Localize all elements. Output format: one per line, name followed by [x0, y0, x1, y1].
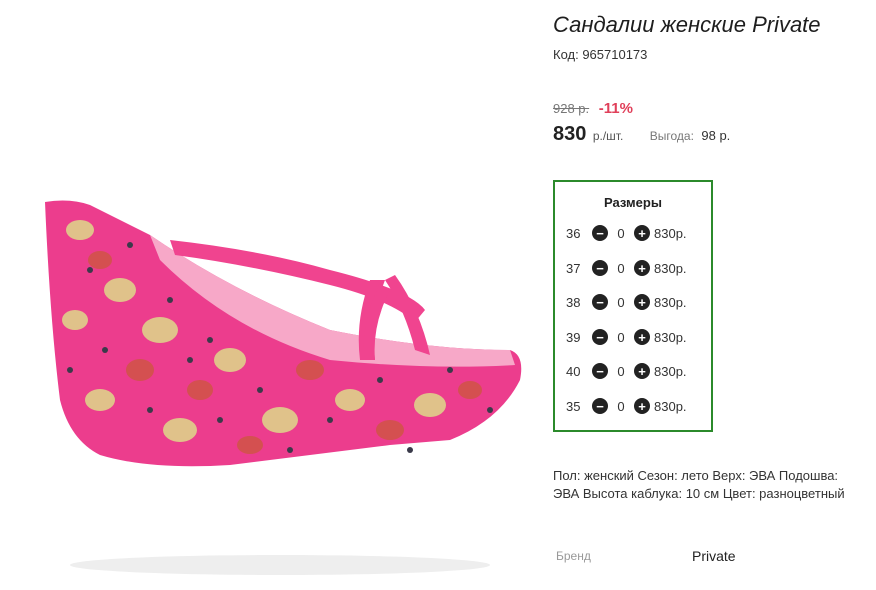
brand-label: Бренд — [556, 549, 591, 563]
quantity-value[interactable]: 0 — [612, 330, 630, 345]
size-row: 37 − 0 + 830р. — [566, 258, 687, 278]
size-label: 39 — [566, 329, 581, 345]
product-description: Пол: женский Сезон: лето Верх: ЭВА Подош… — [553, 468, 845, 501]
plus-circle-icon[interactable]: + — [634, 225, 650, 241]
quantity-value[interactable]: 0 — [612, 261, 630, 276]
minus-circle-icon[interactable]: − — [592, 260, 608, 276]
size-row: 40 − 0 + 830р. — [566, 361, 687, 381]
product-code: Код: 965710173 — [553, 47, 648, 62]
minus-circle-icon[interactable]: − — [592, 225, 608, 241]
quantity-value[interactable]: 0 — [612, 364, 630, 379]
minus-circle-icon[interactable]: − — [592, 363, 608, 379]
minus-circle-icon[interactable]: − — [592, 294, 608, 310]
size-price: 830р. — [654, 260, 687, 276]
minus-circle-icon[interactable]: − — [592, 398, 608, 414]
plus-circle-icon[interactable]: + — [634, 329, 650, 345]
size-price: 830р. — [654, 329, 687, 345]
benefit-value: 98 р. — [701, 128, 731, 143]
minus-circle-icon[interactable]: − — [592, 329, 608, 345]
size-price: 830р. — [654, 225, 687, 241]
size-row: 39 − 0 + 830р. — [566, 327, 687, 347]
sizes-title: Размеры — [604, 195, 662, 210]
size-price: 830р. — [654, 363, 687, 379]
sizes-panel: Размеры 36 − 0 + 830р. 37 − 0 + 830р. 38… — [553, 180, 713, 432]
product-title: Сандалии женские Private — [553, 12, 821, 37]
size-row: 36 − 0 + 830р. — [566, 223, 687, 243]
benefit-label: Выгода: — [649, 129, 694, 143]
price-unit: р./шт. — [592, 129, 624, 143]
product-image[interactable] — [30, 60, 530, 580]
old-price-row: 928 р. -11% — [553, 100, 633, 117]
size-label: 40 — [566, 363, 581, 379]
current-price: 830 — [553, 123, 587, 145]
quantity-value[interactable]: 0 — [612, 295, 630, 310]
size-price: 830р. — [654, 294, 687, 310]
discount-badge: -11% — [598, 100, 633, 117]
quantity-value[interactable]: 0 — [612, 399, 630, 414]
size-row: 38 − 0 + 830р. — [566, 292, 687, 312]
plus-circle-icon[interactable]: + — [634, 294, 650, 310]
plus-circle-icon[interactable]: + — [634, 363, 650, 379]
plus-circle-icon[interactable]: + — [634, 398, 650, 414]
plus-circle-icon[interactable]: + — [634, 260, 650, 276]
size-label: 38 — [566, 294, 581, 310]
size-row: 35 − 0 + 830р. — [566, 396, 687, 416]
size-label: 35 — [566, 398, 581, 414]
sandal-illustration — [45, 200, 522, 575]
quantity-value[interactable]: 0 — [612, 226, 630, 241]
size-price: 830р. — [654, 398, 687, 414]
size-label: 37 — [566, 260, 581, 276]
old-price: 928 р. — [553, 101, 590, 116]
size-label: 36 — [566, 225, 581, 241]
price-row: 830 р./шт. Выгода: 98 р. — [553, 123, 730, 146]
brand-value: Private — [692, 548, 736, 564]
